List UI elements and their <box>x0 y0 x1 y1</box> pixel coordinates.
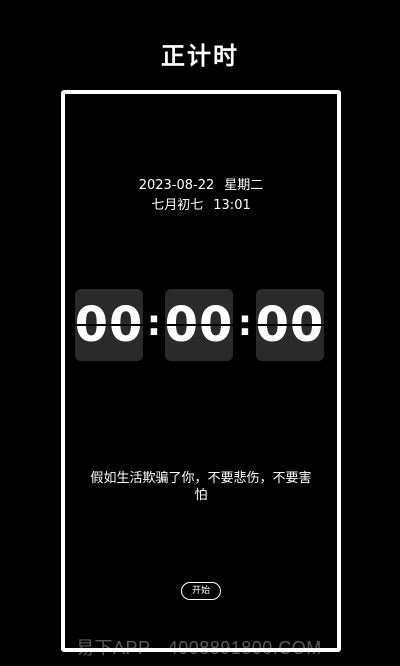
lunar-date-text: 七月初七 <box>151 198 204 213</box>
page-title: 正计时 <box>161 42 239 70</box>
date-line: 2023-08-22 星期二 <box>65 174 337 193</box>
seconds-card: 00 <box>256 289 324 361</box>
minutes-digits: 00 <box>164 297 234 353</box>
hours-digits: 00 <box>74 297 144 353</box>
separator-colon: : <box>237 303 253 344</box>
current-time-text: 13:01 <box>213 198 251 213</box>
date-text: 2023-08-22 <box>138 178 215 193</box>
seconds-digits: 00 <box>255 297 325 353</box>
weekday-text: 星期二 <box>224 178 264 193</box>
start-button[interactable]: 开始 <box>181 582 221 600</box>
lunar-time-line: 七月初七 13:01 <box>65 194 337 213</box>
watermark: 易下APP · 4008891800.COM <box>76 638 322 658</box>
hours-card: 00 <box>75 289 143 361</box>
motto-text: 假如生活欺骗了你，不要悲伤，不要害怕 <box>90 471 312 503</box>
separator-colon: : <box>146 303 162 344</box>
minutes-card: 00 <box>165 289 233 361</box>
stopwatch-display: 00 : 00 : 00 <box>75 289 327 361</box>
clock-preview-frame: 2023-08-22 星期二 七月初七 13:01 00 : 00 : 00 假如生… <box>61 90 341 652</box>
